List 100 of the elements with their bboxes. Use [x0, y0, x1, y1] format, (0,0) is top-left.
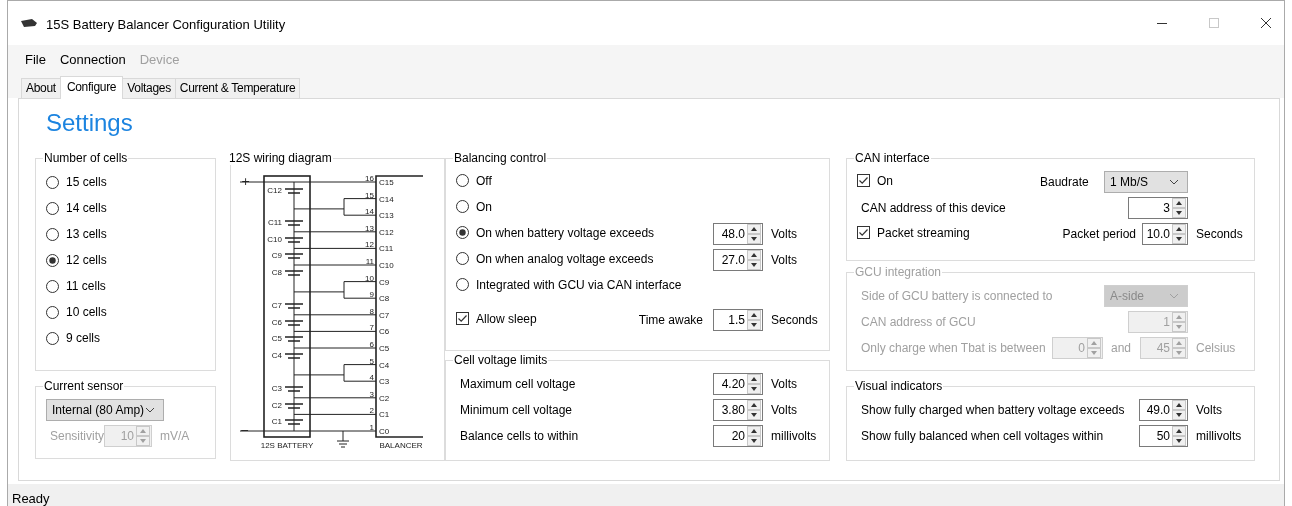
option-label[interactable]: 9 cells [66, 331, 100, 345]
spin-arrows-icon[interactable] [747, 310, 761, 330]
field-label: Minimum cell voltage [459, 403, 574, 417]
number-spinner[interactable]: 3 [1128, 197, 1188, 219]
tab[interactable]: Current & Temperature [174, 78, 301, 98]
dropdown[interactable]: Internal (80 Amp) [46, 399, 164, 421]
radio-button[interactable] [456, 278, 469, 292]
field-label: Show fully charged when battery voltage exceeds [860, 403, 1126, 417]
pin-number: 6 [369, 340, 374, 349]
radio-button[interactable] [456, 200, 469, 214]
cell-label: C6 [271, 318, 282, 327]
option-label[interactable]: Integrated with GCU via CAN interface [476, 277, 682, 292]
cell-label: C4 [271, 351, 282, 360]
cell-label: C12 [267, 186, 282, 195]
spin-arrows-icon[interactable] [747, 250, 761, 270]
app-icon [20, 18, 38, 28]
option-label[interactable]: On when analog voltage exceeds [476, 251, 654, 266]
option-label[interactable]: Off [476, 173, 492, 188]
pin-label: C10 [379, 261, 394, 270]
checkbox[interactable] [857, 226, 870, 240]
unit-label: Volts [770, 253, 798, 267]
pin-label: C7 [379, 310, 390, 320]
field-label: Baudrate [1040, 175, 1090, 189]
pin-label: C9 [379, 277, 390, 287]
unit-label: millivolts [770, 429, 818, 443]
menu-item[interactable]: Connection [52, 51, 133, 67]
option-label[interactable]: 11 cells [66, 279, 106, 293]
cell-label: C5 [271, 334, 282, 343]
pin-number: 13 [365, 223, 374, 233]
number-spinner[interactable]: 49.0 [1139, 399, 1188, 421]
tab[interactable]: Configure [59, 76, 124, 99]
radio-button[interactable] [46, 227, 59, 241]
radio-button[interactable] [46, 253, 59, 267]
spin-arrows-icon[interactable] [1172, 224, 1186, 244]
cell-label: C8 [271, 268, 282, 277]
unit-label: Seconds [770, 313, 819, 327]
radio-button[interactable] [456, 226, 469, 240]
field-label: Time awake [638, 313, 703, 327]
option-label[interactable]: On [877, 173, 893, 188]
field-label: Balance cells to within [459, 429, 580, 443]
page-heading: Settings [45, 108, 134, 138]
option-label[interactable]: 12 cells [66, 253, 107, 267]
group-title: Visual indicators [854, 379, 944, 393]
pin-number: 3 [369, 389, 374, 399]
option-label[interactable]: Allow sleep [476, 311, 537, 326]
checkbox[interactable] [857, 174, 870, 188]
spin-arrows-icon[interactable] [1172, 400, 1186, 420]
cell-label: C1 [271, 417, 282, 426]
option-label[interactable]: On [476, 199, 492, 214]
cell-label: C7 [271, 301, 282, 310]
close-icon[interactable] [1260, 17, 1272, 29]
pin-number: 11 [365, 257, 374, 266]
option-label[interactable]: On when battery voltage exceeds [476, 225, 655, 240]
field-label: Maximum cell voltage [459, 377, 577, 391]
spin-arrows-icon[interactable] [747, 224, 761, 244]
spin-arrows-icon[interactable] [1172, 426, 1186, 446]
cell-label: C3 [271, 384, 282, 393]
pin-number: 15 [365, 190, 374, 200]
chevron-down-icon [1169, 179, 1179, 185]
pin-label: C15 [379, 178, 394, 187]
radio-button[interactable] [456, 174, 469, 188]
number-spinner[interactable]: 4.20 [713, 373, 763, 395]
unit-label: mV/A [159, 429, 191, 443]
option-label[interactable]: 15 cells [66, 175, 107, 189]
option-label[interactable]: Packet streaming [877, 225, 970, 240]
number-spinner[interactable]: 27.0 [713, 249, 763, 271]
menu-item[interactable]: File [18, 51, 53, 67]
option-label[interactable]: 13 cells [66, 227, 107, 241]
pin-number: 2 [369, 406, 374, 416]
number-spinner[interactable]: 10.0 [1142, 223, 1188, 245]
option-label[interactable]: 14 cells [66, 201, 107, 215]
spin-arrows-icon[interactable] [747, 374, 761, 394]
tab[interactable]: Voltages [122, 78, 176, 98]
radio-button[interactable] [46, 175, 59, 189]
number-spinner[interactable]: 1.5 [713, 309, 763, 331]
radio-button[interactable] [46, 201, 59, 215]
pin-number: 12 [365, 240, 374, 250]
spin-arrows-icon[interactable] [1172, 198, 1186, 218]
radio-button[interactable] [456, 252, 469, 266]
spin-arrows-icon[interactable] [747, 400, 761, 420]
unit-label: Volts [770, 403, 798, 417]
number-spinner[interactable]: 50 [1139, 425, 1188, 447]
number-spinner[interactable]: 20 [713, 425, 763, 447]
cell-label: C10 [267, 235, 282, 244]
tab[interactable]: About [21, 78, 61, 98]
number-spinner[interactable]: 3.80 [713, 399, 763, 421]
pin-label: C1 [379, 410, 390, 420]
field-label: Only charge when Tbat is between [860, 341, 1047, 355]
dropdown[interactable]: 1 Mb/S [1104, 171, 1188, 193]
radio-button[interactable] [46, 305, 59, 319]
checkbox[interactable] [456, 312, 469, 326]
number-spinner[interactable]: 48.0 [713, 223, 763, 245]
pin-label: C3 [379, 377, 390, 387]
cell-label: C2 [271, 401, 282, 410]
pin-number: 16 [365, 174, 374, 183]
radio-button[interactable] [46, 279, 59, 293]
status-text: Ready [12, 491, 50, 506]
option-label[interactable]: 10 cells [66, 305, 107, 319]
spin-arrows-icon[interactable] [747, 426, 761, 446]
radio-button[interactable] [46, 331, 59, 345]
